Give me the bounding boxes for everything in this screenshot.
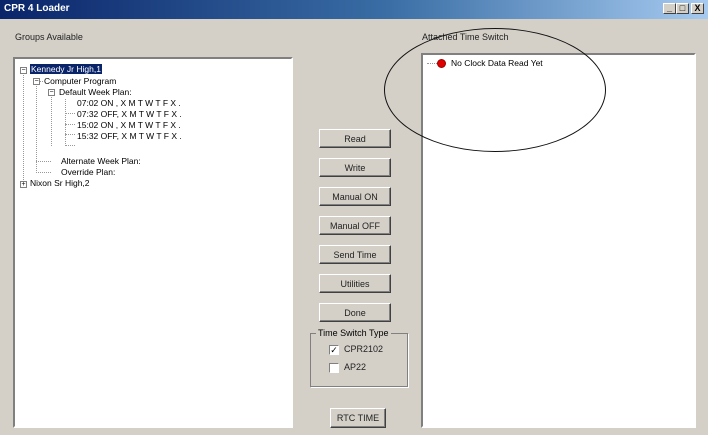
tree-item-schedule-entry[interactable]: 07:32 OFF, X M T W T F X .	[77, 109, 182, 119]
time-switch-type-legend: Time Switch Type	[316, 328, 391, 338]
groups-available-label: Groups Available	[15, 32, 83, 42]
send-time-button[interactable]: Send Time	[319, 245, 391, 264]
close-button[interactable]: X	[691, 3, 704, 14]
tree-item-computer-program[interactable]: Computer Program	[44, 76, 116, 86]
expand-nixon-icon[interactable]: +	[20, 181, 27, 188]
ap22-label: AP22	[344, 362, 367, 372]
manual-off-button[interactable]: Manual OFF	[319, 216, 391, 235]
maximize-button[interactable]: □	[676, 3, 689, 14]
tree-item-default-week-plan[interactable]: Default Week Plan:	[59, 87, 132, 97]
title-bar[interactable]: CPR 4 Loader _ □ X	[0, 0, 708, 19]
attached-time-switch-label: Attached Time Switch	[422, 32, 509, 42]
minimize-button[interactable]: _	[663, 3, 676, 14]
time-switch-type-group: Time Switch Type ✓ CPR2102 AP22	[310, 328, 408, 387]
tree-item-kennedy-label: Kennedy Jr High,1	[30, 64, 102, 74]
cpr2102-checkbox[interactable]: ✓	[329, 345, 339, 355]
status-red-dot-icon	[437, 59, 446, 68]
done-button[interactable]: Done	[319, 303, 391, 322]
cpr2102-label: CPR2102	[344, 344, 384, 354]
read-button[interactable]: Read	[319, 129, 391, 148]
ap22-checkbox[interactable]	[329, 363, 339, 373]
tree-item-schedule-entry[interactable]: 07:02 ON , X M T W T F X .	[77, 98, 181, 108]
tree-item-alternate-week-plan[interactable]: Alternate Week Plan:	[61, 156, 141, 166]
tree-item-schedule-entry[interactable]: 15:32 OFF, X M T W T F X .	[77, 131, 182, 141]
tree-item-schedule-entry[interactable]: 15:02 ON , X M T W T F X .	[77, 120, 181, 130]
manual-on-button[interactable]: Manual ON	[319, 187, 391, 206]
attached-time-switch-tree[interactable]: No Clock Data Read Yet	[421, 53, 696, 428]
clock-status-item[interactable]: No Clock Data Read Yet	[451, 58, 543, 68]
rtc-time-button[interactable]: RTC TIME	[330, 408, 386, 428]
cpr4-loader-window: CPR 4 Loader _ □ X Groups Available − Ke…	[0, 0, 708, 435]
collapse-computer-program-icon[interactable]: −	[33, 78, 40, 85]
write-button[interactable]: Write	[319, 158, 391, 177]
utilities-button[interactable]: Utilities	[319, 274, 391, 293]
groups-tree[interactable]: − Kennedy Jr High,1 − Computer Program −…	[13, 57, 293, 428]
tree-item-nixon[interactable]: Nixon Sr High,2	[30, 178, 90, 188]
collapse-default-week-plan-icon[interactable]: −	[48, 89, 55, 96]
collapse-kennedy-icon[interactable]: −	[20, 67, 27, 74]
tree-item-kennedy[interactable]: Kennedy Jr High,1	[30, 64, 102, 74]
window-title: CPR 4 Loader	[4, 3, 70, 14]
tree-item-override-plan[interactable]: Override Plan:	[61, 167, 115, 177]
